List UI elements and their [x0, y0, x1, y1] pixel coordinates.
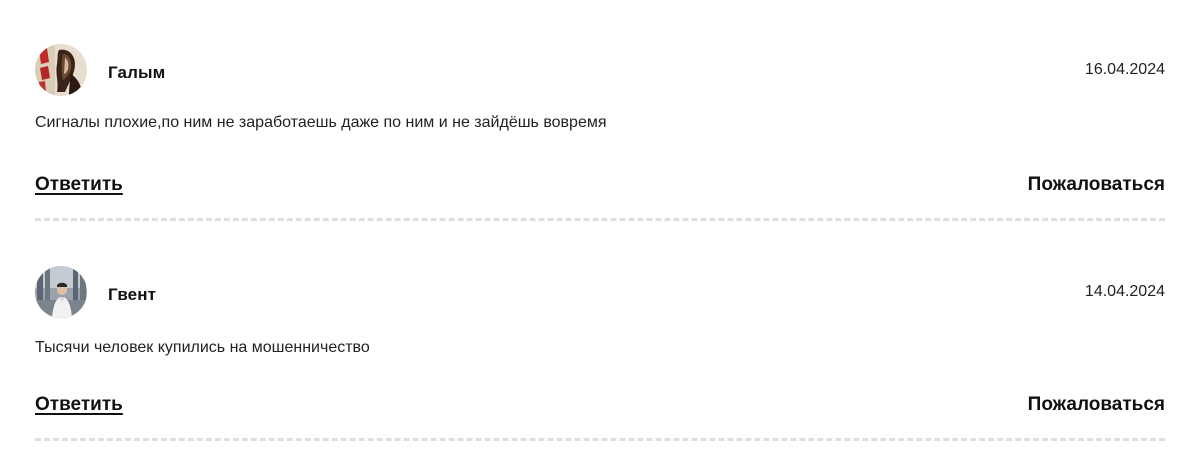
comment-text: Тысячи человек купились на мошенничество	[35, 339, 370, 356]
reply-button[interactable]: Ответить	[35, 174, 123, 196]
comment-divider	[35, 218, 1165, 221]
user-avatar-photo-icon	[35, 44, 87, 96]
reply-button[interactable]: Ответить	[35, 394, 123, 416]
comments-list: Галым 16.04.2024 Сигналы плохие,по ним н…	[35, 0, 1165, 444]
avatar[interactable]	[35, 266, 87, 318]
comment-text: Сигналы плохие,по ним не заработаешь даж…	[35, 114, 607, 131]
comment-actions: Ответить Пожаловаться	[35, 174, 1165, 200]
author-name: Гвент	[108, 285, 156, 304]
author-name: Галым	[108, 63, 166, 82]
comment-item: Гвент 14.04.2024 Тысячи человек купились…	[35, 222, 1165, 444]
comment-header: Гвент 14.04.2024	[35, 266, 1165, 319]
comment-actions: Ответить Пожаловаться	[35, 394, 1165, 420]
comment-item: Галым 16.04.2024 Сигналы плохие,по ним н…	[35, 0, 1165, 222]
avatar[interactable]	[35, 44, 87, 96]
comment-divider	[35, 438, 1165, 441]
report-button[interactable]: Пожаловаться	[1028, 174, 1165, 196]
user-avatar-photo-icon	[35, 266, 87, 318]
comment-date: 16.04.2024	[1084, 61, 1165, 78]
comment-header: Галым 16.04.2024	[35, 44, 1165, 97]
report-button[interactable]: Пожаловаться	[1028, 394, 1165, 416]
comment-date: 14.04.2024	[1084, 283, 1165, 300]
